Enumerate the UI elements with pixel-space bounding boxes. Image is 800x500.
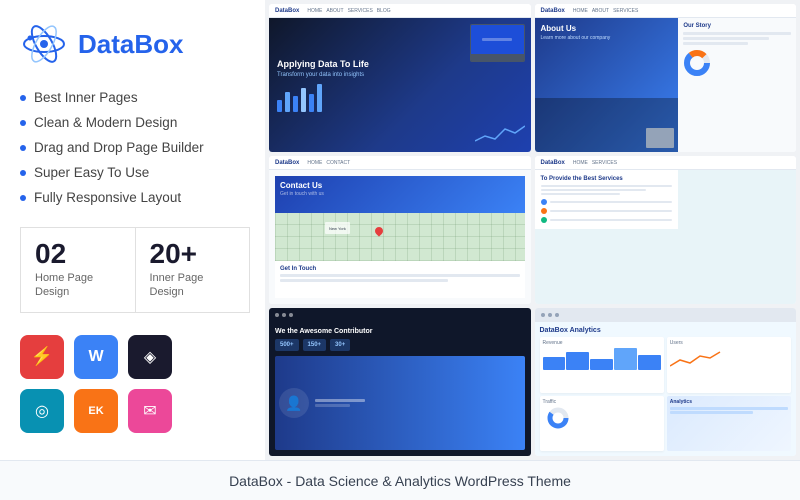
screenshot-analytics-grid: DataBox Analytics Revenue [535,308,797,456]
get-in-touch-label: Get In Touch [280,266,520,272]
nav-logo: DataBox [541,160,565,166]
nav-logo: DataBox [275,160,299,166]
stat-number: 20+ [150,240,236,268]
screenshot-best-services: DataBox HOME SERVICES [535,156,797,304]
nav-logo: DataBox [541,8,565,14]
ss6-title: DataBox Analytics [540,327,792,334]
screenshot-awesome-contributor: We the Awesome Contributor 500+ 150+ 30+… [269,308,531,456]
pie-chart-decoration [683,49,711,77]
about-us-title: About Us [541,24,673,33]
compass-icon: ◎ [20,389,64,433]
screenshot-about-us: DataBox HOME ABOUT SERVICES About Us Lea… [535,4,797,152]
services-title: To Provide the Best Services [541,176,673,182]
analytics-grid: Revenue Users [540,337,792,451]
screenshot-contact-us: DataBox HOME CONTACT Contact Us Get in t… [269,156,531,304]
screenshot-applying-data: DataBox HOME ABOUT SERVICES BLOG Applyin… [269,4,531,152]
logo-data: Data [78,29,134,59]
elementor-icon: ⚡ [20,335,64,379]
plugin-icons-grid: ⚡ W ◈ ◎ EK ✉ [20,335,250,433]
logo-box: Box [134,29,183,59]
screenshots-panel: DataBox HOME ABOUT SERVICES BLOG Applyin… [265,0,800,460]
feature-item: Best Inner Pages [20,90,250,105]
atom-icon [20,20,68,68]
stats-row: 02 Home PageDesign 20+ Inner PageDesign [20,227,250,313]
bottom-title: DataBox - Data Science & Analytics WordP… [229,473,571,489]
feature-item: Fully Responsive Layout [20,190,250,205]
redux-icon: ◈ [128,335,172,379]
left-panel: DataBox Best Inner Pages Clean & Modern … [0,0,270,460]
feature-item: Super Easy To Use [20,165,250,180]
page-container: DataBox Best Inner Pages Clean & Modern … [0,0,800,500]
logo-area: DataBox [20,20,250,68]
mailchimp-icon: ✉ [128,389,172,433]
stat-label: Inner PageDesign [150,271,236,300]
stat-innerpages: 20+ Inner PageDesign [136,228,250,312]
feature-item: Clean & Modern Design [20,115,250,130]
stat-label: Home PageDesign [35,271,121,300]
wordpress-icon: W [74,335,118,379]
logo-text: DataBox [78,29,183,60]
contact-us-title: Contact Us [280,181,520,190]
bottom-bar: DataBox - Data Science & Analytics WordP… [0,460,800,500]
stat-number: 02 [35,240,121,268]
line-chart-decoration [475,121,525,146]
stat-homepages: 02 Home PageDesign [21,228,136,312]
ss1-chart [277,84,523,112]
donut-chart [543,407,573,429]
ss5-stats-row: 500+ 150+ 30+ [275,339,525,351]
king-composer-icon: EK [74,389,118,433]
line-chart [670,348,788,370]
feature-item: Drag and Drop Page Builder [20,140,250,155]
laptop-decoration [470,24,525,62]
ss1-subtitle: Transform your data into insights [277,72,523,78]
ss5-title: We the Awesome Contributor [275,328,525,335]
features-list: Best Inner Pages Clean & Modern Design D… [20,90,250,205]
nav-logo: DataBox [275,8,299,14]
